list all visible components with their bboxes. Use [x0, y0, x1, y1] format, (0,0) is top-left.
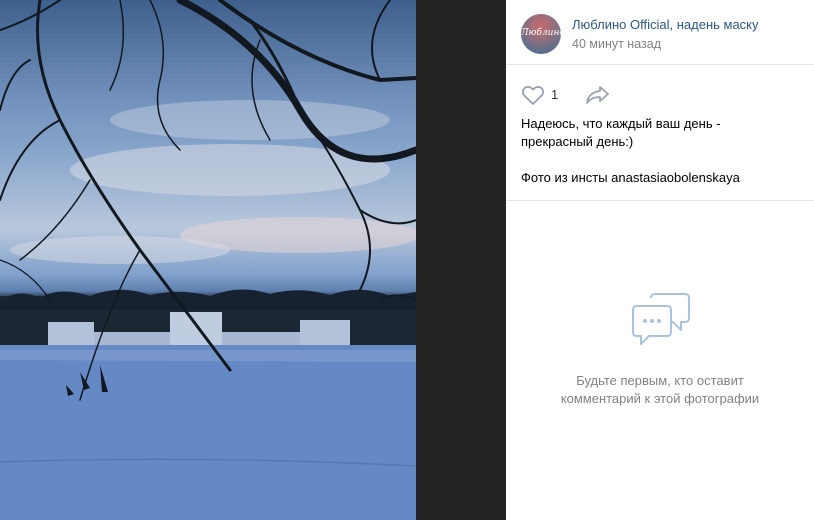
share-arrow-icon [586, 86, 609, 104]
avatar-logo-text: Люблино [521, 28, 561, 38]
viewer-backdrop [416, 0, 506, 520]
share-button[interactable] [585, 84, 613, 106]
caption-line: Фото из инсты anastasiaobolenskaya [521, 170, 740, 185]
caption-line: прекрасный день:) [521, 134, 634, 149]
speech-bubbles-icon [632, 293, 690, 345]
photo[interactable] [0, 0, 416, 520]
divider [506, 200, 814, 201]
empty-comments-text: Будьте первым, кто оставит комментарий к… [506, 372, 814, 408]
post-header: Люблино Люблино Official, надень маску 4… [506, 0, 814, 65]
caption-line: Надеюсь, что каждый ваш день - [521, 116, 721, 131]
author-name-link[interactable]: Люблино Official, надень маску [572, 17, 759, 32]
empty-comments-line: комментарий к этой фотографии [560, 391, 760, 406]
photo-info-panel: Люблино Люблино Official, надень маску 4… [506, 0, 814, 520]
heart-outline-icon [522, 86, 544, 105]
post-caption: Надеюсь, что каждый ваш день - прекрасны… [521, 115, 801, 187]
post-time[interactable]: 40 минут назад [572, 37, 661, 51]
empty-comments-line: Будьте первым, кто оставит [576, 373, 744, 388]
like-count: 1 [551, 87, 559, 102]
like-button[interactable]: 1 [521, 84, 569, 106]
post-actions: 1 [521, 84, 801, 106]
avatar[interactable]: Люблино [521, 14, 561, 54]
winter-park-photo [0, 0, 416, 520]
